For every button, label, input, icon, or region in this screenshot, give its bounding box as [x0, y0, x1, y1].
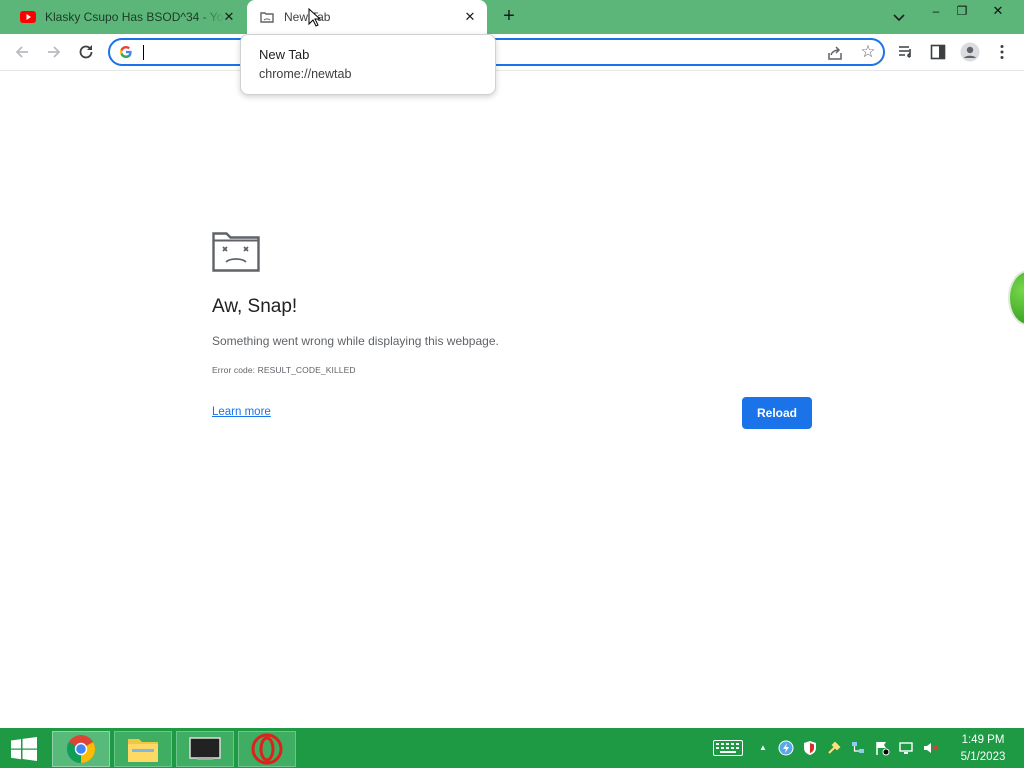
side-panel-icon[interactable]	[928, 42, 948, 62]
network-devices-icon[interactable]	[850, 740, 866, 756]
tooltip-title: New Tab	[259, 47, 310, 62]
learn-more-link[interactable]: Learn more	[212, 406, 271, 418]
show-hidden-icons-icon[interactable]: ▲	[755, 740, 771, 756]
profile-avatar-icon[interactable]	[960, 42, 980, 62]
reading-list-icon[interactable]	[896, 42, 916, 62]
bookmark-star-icon[interactable]: ☆	[858, 42, 878, 62]
windows-start-icon[interactable]	[10, 737, 38, 761]
sad-tab-icon	[212, 232, 260, 272]
tab-new-tab[interactable]: New Tab ✕	[247, 0, 487, 34]
close-window-button[interactable]: ✕	[980, 0, 1016, 22]
google-icon	[119, 45, 133, 59]
file-explorer-icon[interactable]	[114, 731, 172, 767]
tab-youtube[interactable]: Klasky Csupo Has BSOD^34 - YouTube ✕	[8, 0, 246, 34]
youtube-icon	[20, 9, 36, 25]
share-icon[interactable]	[826, 44, 844, 62]
tab-title: Klasky Csupo Has BSOD^34 - YouTube	[45, 10, 225, 24]
floating-green-orb[interactable]	[1008, 270, 1024, 326]
tab-strip: Klasky Csupo Has BSOD^34 - YouTube ✕ New…	[0, 0, 1024, 34]
tab-hover-tooltip: New Tab chrome://newtab	[240, 34, 496, 95]
clock-date[interactable]: 5/1/2023	[956, 751, 1010, 763]
opera-icon[interactable]	[238, 731, 296, 767]
new-tab-button[interactable]: +	[498, 5, 520, 27]
action-center-flag-icon[interactable]	[874, 740, 890, 756]
error-heading: Aw, Snap!	[212, 296, 298, 317]
console-icon[interactable]	[176, 731, 234, 767]
chrome-icon[interactable]	[52, 731, 110, 767]
chevron-down-icon[interactable]	[889, 8, 909, 26]
forward-arrow-icon[interactable]	[44, 42, 64, 62]
back-arrow-icon[interactable]	[12, 42, 32, 62]
tooltip-url: chrome://newtab	[259, 67, 352, 81]
text-caret	[143, 45, 144, 60]
reload-button[interactable]: Reload	[742, 397, 812, 429]
mouse-pointer-icon	[308, 7, 322, 28]
error-code: Error code: RESULT_CODE_KILLED	[212, 365, 356, 375]
menu-kebab-icon[interactable]	[992, 42, 1012, 62]
sad-tab-icon	[259, 9, 275, 25]
restore-button[interactable]: ❐	[944, 0, 980, 22]
network-icon[interactable]	[898, 740, 914, 756]
omnibox[interactable]: ☆	[108, 38, 885, 66]
tab-close-button[interactable]: ✕	[222, 10, 236, 24]
touch-keyboard-icon[interactable]	[713, 740, 743, 756]
error-message: Something went wrong while displaying th…	[212, 334, 499, 348]
volume-muted-icon[interactable]	[922, 740, 938, 756]
security-shield-icon[interactable]	[802, 740, 818, 756]
taskbar: ▲ 1:49 PM 5/1/2023	[0, 728, 1024, 768]
tools-tray-icon[interactable]	[826, 740, 842, 756]
toolbar: ☆	[0, 34, 1024, 71]
tab-close-button[interactable]: ✕	[463, 10, 477, 24]
clock-time[interactable]: 1:49 PM	[956, 734, 1010, 746]
page-content: Aw, Snap! Something went wrong while dis…	[0, 72, 1024, 728]
update-service-icon[interactable]	[778, 740, 794, 756]
reload-icon[interactable]	[76, 42, 96, 62]
